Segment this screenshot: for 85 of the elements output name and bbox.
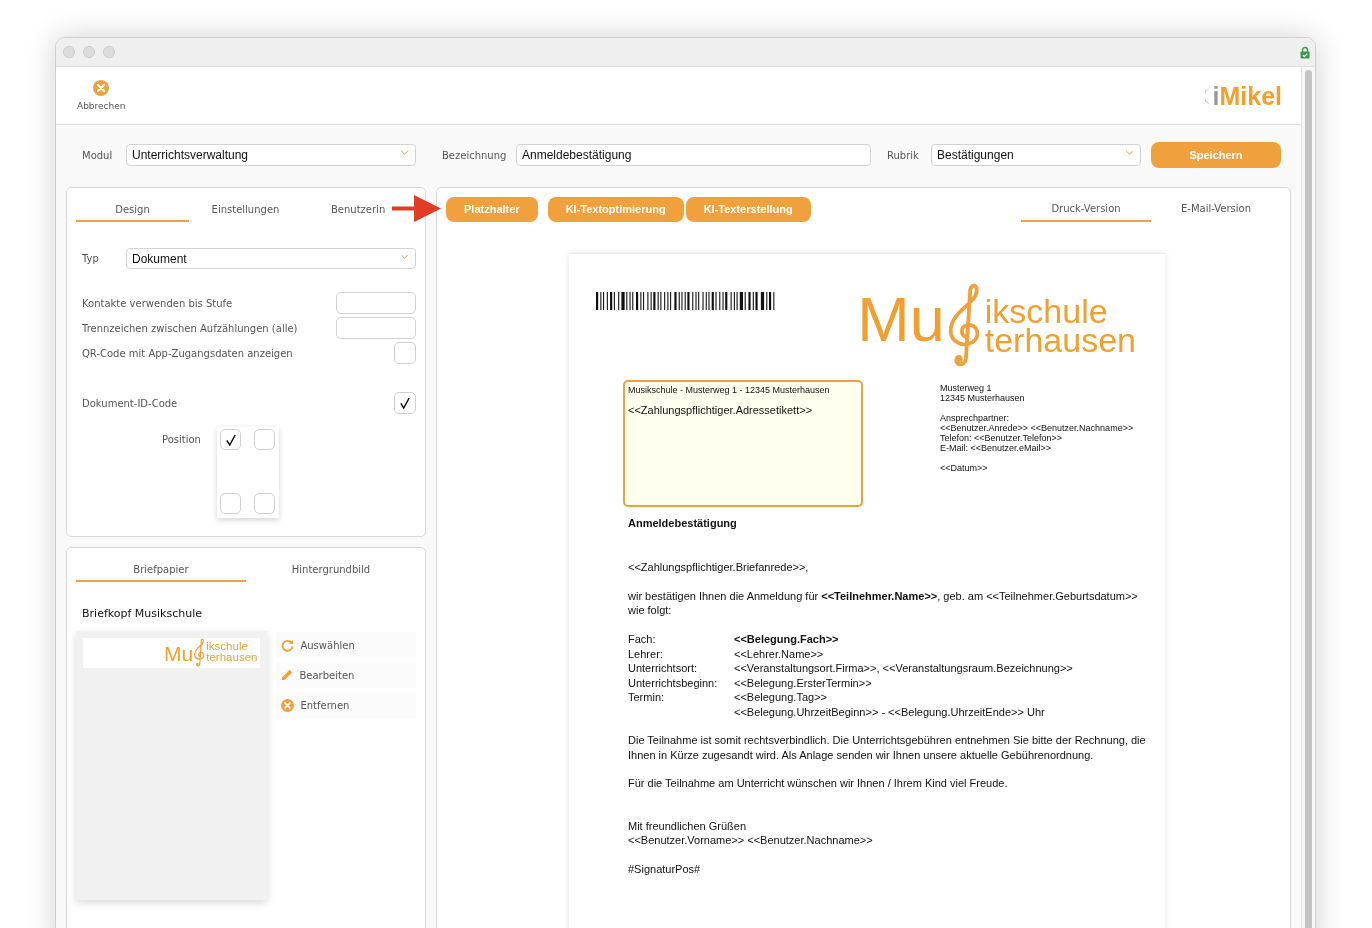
letter-title: Anmeldebestätigung — [628, 516, 738, 531]
info-line: Telefon: <<Benutzer.Telefon>> — [940, 433, 1064, 443]
lock-icon — [1300, 45, 1310, 59]
tab[interactable]: Briefpapier — [76, 559, 246, 582]
detail-value: <<Belegung.ErsterTermin>> — [734, 675, 872, 690]
window-close-control[interactable] — [63, 46, 75, 58]
dropdown-field[interactable]: Bestätigungen — [931, 144, 1141, 166]
detail-label: Fach: — [628, 633, 656, 645]
detail-value: <<Belegung.UhrzeitBeginn>> - <<Belegung.UhrzeitEnde>> Uhr — [734, 704, 1045, 719]
chevron-down-icon — [1125, 150, 1134, 155]
logo-text: ikschule — [984, 297, 1108, 326]
input-field[interactable] — [336, 317, 416, 339]
info-line: E-Mail: <<Benutzer.eMail>> — [940, 443, 1053, 453]
pencil-icon — [281, 669, 294, 681]
chevron-down-icon — [400, 150, 409, 155]
option-label: QR-Code mit App-Zugangsdaten anzeigen — [82, 346, 293, 361]
option-label: Dokument-ID-Code — [82, 396, 178, 411]
signature-tag: #SignaturPos# — [628, 862, 1164, 877]
info-line: <<Datum>> — [940, 463, 989, 473]
tab[interactable]: Einstellungen — [189, 199, 302, 222]
field-label: Rubrik — [887, 148, 920, 163]
option-label: Position — [162, 433, 202, 447]
letter-text: Mit freundlichen Grüßen — [628, 818, 747, 833]
info-line: Ansprechpartner: — [940, 413, 1011, 423]
circular-arrow-icon — [281, 638, 295, 652]
cancel-button[interactable]: Abbrechen — [77, 79, 126, 112]
letter-text: Die Teilnahme ist somit rechtsverbindlich. Die Unterrichtsgebühren entnehmen Sie bitte der Rechnung, die Ihnen in Kürze zugesandt wird. Als Anlage senden wir Ihnen unsere aktuelle Gebührenordnung. — [628, 733, 1147, 762]
close-icon — [281, 698, 295, 712]
logo-text: terhausen — [984, 326, 1136, 355]
logo-text: Mu — [164, 643, 194, 665]
logo-text: ikschule — [206, 641, 249, 652]
checkbox[interactable] — [254, 429, 275, 450]
text-field[interactable]: Anmeldebestätigung — [516, 144, 871, 166]
checkbox[interactable] — [254, 493, 275, 514]
detail-value: <<Lehrer.Name>> — [734, 646, 824, 661]
action-button[interactable]: Auswählen — [276, 632, 416, 658]
field-label: Modul — [82, 148, 114, 163]
field-label: Bezeichnung — [442, 148, 508, 163]
detail-label: Unterrichtsbeginn: — [628, 676, 718, 689]
scrollbar-thumb[interactable] — [1305, 70, 1312, 928]
address-merge-tag: <<Zahlungspflichtiger.Adressetikett>> — [628, 403, 858, 417]
detail-value: <<Belegung.Fach>> — [734, 632, 839, 647]
action-button[interactable]: Bearbeiten — [276, 662, 416, 688]
tab[interactable]: Benutzerin — [331, 199, 386, 222]
letter-text: <<Benutzer.Vorname>> <<Benutzer.Nachname>> — [628, 833, 874, 848]
info-line: 12345 Musterhausen — [940, 393, 1026, 403]
detail-label: Lehrer: — [628, 647, 663, 660]
letter-text: Für die Teilnahme am Unterricht wünschen wir Ihnen / Ihrem Kind viel Freude. — [628, 776, 1009, 791]
field-label: Typ — [82, 252, 100, 266]
sender-line: Musikschule - Musterweg 1 - 12345 Musterhausen — [628, 384, 831, 396]
logo-text: terhausen — [206, 652, 258, 663]
dropdown-field[interactable]: Unterrichtsverwaltung — [126, 144, 416, 166]
dropdown-field[interactable]: Dokument — [126, 248, 416, 269]
letter-text: <<Zahlungspflichtiger.Briefanrede>>, — [628, 559, 810, 574]
tab[interactable]: Hintergrundbild — [246, 559, 416, 582]
input-field[interactable] — [336, 292, 416, 314]
detail-value: <<Belegung.Tag>> — [734, 690, 827, 705]
info-line: <<Benutzer.Anrede>> <<Benutzer.Nachname>> — [940, 423, 1134, 433]
tab[interactable]: Druck-Version — [1021, 197, 1151, 222]
tab[interactable]: Design — [76, 199, 189, 222]
section-title: Briefkopf Musikschule — [81, 607, 203, 621]
logo-text: iMikel — [1212, 81, 1282, 110]
detail-label: Unterrichtsort: — [628, 662, 698, 674]
detail-label: Termin: — [628, 691, 665, 703]
treble-clef-icon — [193, 638, 207, 667]
option-label: Kontakte verwenden bis Stufe — [82, 296, 233, 311]
info-line: Musterweg 1 — [940, 383, 993, 393]
chevron-down-icon — [400, 254, 409, 259]
checkbox[interactable] — [394, 392, 416, 414]
scrollbar[interactable] — [1301, 67, 1315, 928]
letter-text: wir bestätigen Ihnen die Anmeldung für <<Teilnehmer.Name>>, geb. am <<Teilnehmer.Geburtsdatum>> wie folgt: — [628, 588, 1139, 618]
detail-value: <<Veranstaltungsort.Firma>>, <<Veranstaltungsraum.Bezeichnung>> — [734, 661, 1073, 676]
close-icon — [93, 79, 110, 96]
checkbox[interactable] — [394, 342, 416, 364]
window-minimize-control[interactable] — [83, 46, 95, 58]
tab[interactable]: E-Mail-Version — [1151, 197, 1281, 222]
option-label: Trennzeichen zwischen Aufzählungen (alle) — [82, 321, 298, 336]
checkbox[interactable] — [220, 429, 241, 450]
check-icon — [225, 433, 236, 446]
window-zoom-control[interactable] — [103, 46, 115, 58]
pointer-arrow — [392, 195, 441, 222]
logo-text: Mu — [857, 286, 945, 352]
action-button[interactable]: Entfernen — [276, 692, 416, 718]
checkbox[interactable] — [220, 493, 241, 514]
check-icon — [400, 397, 410, 409]
